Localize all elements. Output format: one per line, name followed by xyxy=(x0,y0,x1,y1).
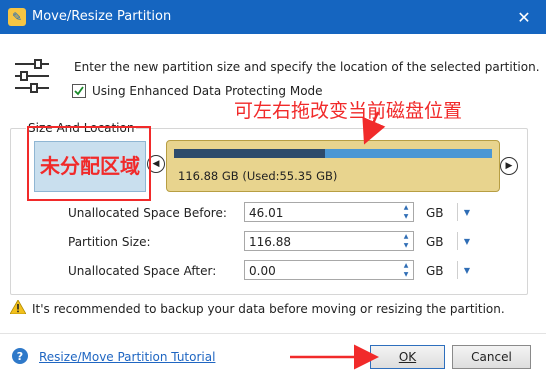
title-bar[interactable]: ✎ Move/Resize Partition ✕ xyxy=(0,0,546,34)
chevron-down-icon: ▼ xyxy=(463,265,470,275)
checkmark-icon xyxy=(74,86,84,96)
unallocated-after-spinner[interactable]: ▲ ▼ xyxy=(399,261,413,279)
unit-dropdown-button[interactable]: ▼ xyxy=(457,203,470,221)
unallocated-after-input[interactable]: 0.00 ▲ ▼ xyxy=(244,260,414,280)
chevron-down-icon: ▼ xyxy=(463,207,470,217)
unallocated-region-annotation: 未分配区域 xyxy=(40,154,140,178)
spin-down-icon[interactable]: ▼ xyxy=(399,212,413,221)
app-icon: ✎ xyxy=(8,8,26,26)
unallocated-before-unit: GB xyxy=(426,206,444,220)
cancel-button[interactable]: Cancel xyxy=(452,345,531,369)
tutorial-link[interactable]: Resize/Move Partition Tutorial xyxy=(39,350,215,364)
warning-icon xyxy=(10,300,26,314)
sliders-icon xyxy=(15,59,49,93)
chevron-left-icon: ◀ xyxy=(152,159,160,169)
window-title: Move/Resize Partition xyxy=(32,9,172,24)
unallocated-before-input[interactable]: 46.01 ▲ ▼ xyxy=(244,202,414,222)
close-button[interactable]: ✕ xyxy=(512,5,536,29)
unallocated-before-label: Unallocated Space Before: xyxy=(68,206,227,220)
unit-dropdown-button[interactable]: ▼ xyxy=(457,232,470,250)
unallocated-after-value: 0.00 xyxy=(249,264,276,278)
partition-block[interactable]: 116.88 GB (Used:55.35 GB) xyxy=(166,140,500,192)
chevron-right-icon: ▶ xyxy=(505,161,513,171)
spin-up-icon[interactable]: ▲ xyxy=(399,261,413,270)
move-resize-dialog: ✎ Move/Resize Partition ✕ Enter the new … xyxy=(0,0,546,371)
usage-fill xyxy=(174,149,325,158)
cancel-label: Cancel xyxy=(471,350,512,364)
move-right-button[interactable]: ▶ xyxy=(500,157,518,175)
footer-divider xyxy=(0,333,546,334)
unallocated-after-unit: GB xyxy=(426,264,444,278)
partition-size-value: 116.88 xyxy=(249,235,291,249)
chevron-down-icon: ▼ xyxy=(463,236,470,246)
partition-size-unit: GB xyxy=(426,235,444,249)
spin-up-icon[interactable]: ▲ xyxy=(399,203,413,212)
unit-dropdown-button[interactable]: ▼ xyxy=(457,261,470,279)
partition-size-input[interactable]: 116.88 ▲ ▼ xyxy=(244,231,414,251)
partition-size-spinner[interactable]: ▲ ▼ xyxy=(399,232,413,250)
spin-down-icon[interactable]: ▼ xyxy=(399,270,413,279)
warning-text: It's recommended to backup your data bef… xyxy=(32,302,505,316)
ok-button[interactable]: OK xyxy=(370,345,445,369)
close-icon: ✕ xyxy=(517,7,531,27)
help-icon[interactable]: ? xyxy=(12,348,28,364)
drag-hint-annotation: 可左右拖改变当前磁盘位置 xyxy=(234,100,463,122)
unallocated-after-label: Unallocated Space After: xyxy=(68,264,217,278)
description-text: Enter the new partition size and specify… xyxy=(74,60,540,74)
partition-label: 116.88 GB (Used:55.35 GB) xyxy=(178,169,338,183)
enhanced-protect-checkbox[interactable] xyxy=(72,84,86,98)
unallocated-before-value: 46.01 xyxy=(249,206,284,220)
ok-label: OK xyxy=(398,350,417,364)
partition-size-label: Partition Size: xyxy=(68,235,151,249)
spin-up-icon[interactable]: ▲ xyxy=(399,232,413,241)
usage-bar xyxy=(174,149,492,158)
unallocated-before-spinner[interactable]: ▲ ▼ xyxy=(399,203,413,221)
spin-down-icon[interactable]: ▼ xyxy=(399,241,413,250)
